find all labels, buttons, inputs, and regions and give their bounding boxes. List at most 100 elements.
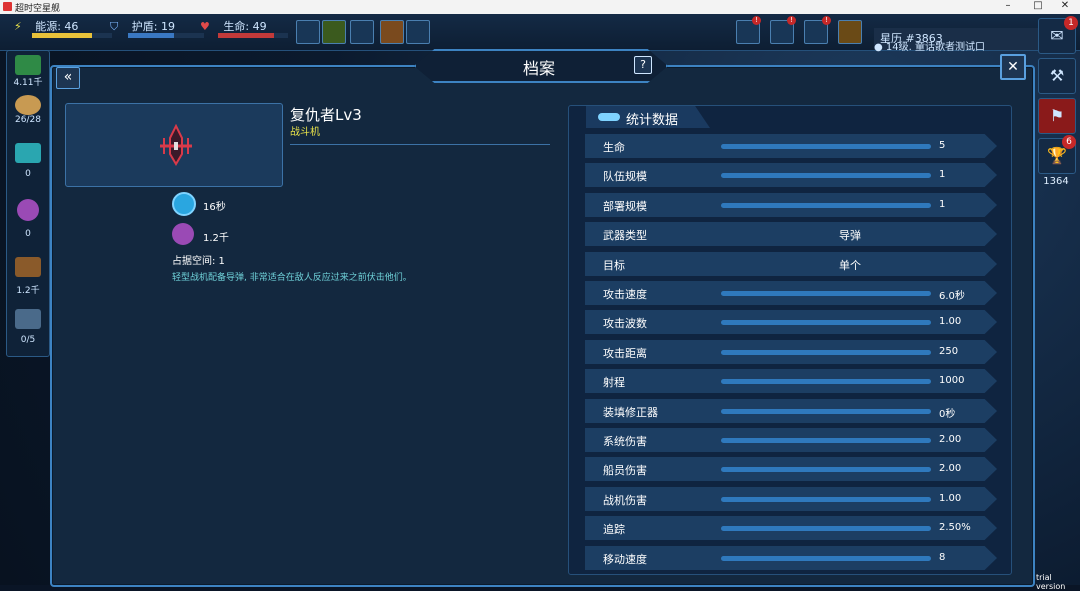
life-label: 生命: 49 [223, 20, 267, 33]
flag-button[interactable]: ⚑ [1038, 98, 1076, 134]
cost-value: 1.2千 [203, 233, 229, 244]
ticker-text: 14级. 童话歌者测试口 [885, 42, 986, 53]
stat-value: 单个 [839, 259, 861, 272]
stat-value: 2.50% [939, 522, 971, 533]
crew-item[interactable]: 26/28 [7, 95, 49, 125]
close-dialog-button[interactable]: ✕ [1000, 54, 1026, 80]
crew-value: 26/28 [15, 115, 41, 125]
shield-icon: ⛉ [110, 20, 119, 33]
trial-watermark: trial version [1036, 573, 1066, 591]
stat-value: 1 [939, 169, 946, 180]
stat-value: 5 [939, 140, 946, 151]
ticker-dot-icon: ● [874, 42, 883, 53]
target-module-icon[interactable] [350, 20, 374, 44]
stat-row: 目标 单个 [585, 252, 997, 276]
stat-label: 目标 [603, 259, 625, 272]
energy-stat: ⚡ 能源: 46 [14, 18, 112, 38]
life-stat: ♥ 生命: 49 [200, 18, 288, 38]
crystal-item[interactable]: 0 [7, 143, 49, 179]
window-titlebar: 超时空星舰 – □ ✕ [0, 0, 1080, 14]
stat-label: 生命 [603, 141, 625, 154]
stat-bar [721, 203, 931, 208]
xp-module-icon[interactable] [322, 20, 346, 44]
stat-value: 6.0秒 [939, 291, 965, 302]
hangar-icon [15, 309, 41, 329]
stat-bar [721, 409, 931, 414]
crate-icon [15, 257, 41, 277]
crystal-value: 0 [25, 169, 31, 179]
stat-bar [721, 438, 931, 443]
double-chevron-left-icon: « [63, 69, 73, 85]
hangar-item[interactable]: 0/5 [7, 309, 49, 345]
cargo-item[interactable]: 1.2千 [7, 257, 49, 296]
energy-icon: ⚡ [14, 20, 22, 33]
build-time-value: 16秒 [203, 202, 226, 213]
dialog-title: 档案 [522, 59, 555, 78]
stat-bar [721, 144, 931, 149]
orb-icon [172, 223, 194, 245]
heart-icon: ♥ [200, 20, 210, 33]
maximize-icon[interactable]: □ [1023, 0, 1053, 11]
stat-bar [721, 467, 931, 472]
stat-label: 船员伤害 [603, 464, 647, 477]
alert-badge: ! [752, 16, 761, 25]
stat-value: 2.00 [939, 434, 962, 445]
chest-module-icon[interactable] [838, 20, 862, 44]
stat-bar [721, 526, 931, 531]
stat-label: 装填修正器 [603, 406, 658, 419]
help-button[interactable]: ? [634, 56, 652, 74]
stat-row: 系统伤害 2.00 [585, 428, 997, 452]
energy-label: 能源: 46 [35, 20, 79, 33]
unit-description: 轻型战机配备导弹, 非常适合在敌人反应过来之前伏击他们。 [172, 273, 412, 283]
cargo-value: 1.2千 [16, 286, 40, 296]
credits-value: 4.11千 [13, 78, 43, 88]
stat-label: 队伍规模 [603, 170, 647, 183]
stat-bar [721, 350, 931, 355]
chat-badge: 1 [1064, 16, 1078, 30]
fighter-ship-icon [160, 124, 192, 166]
stat-value: 2.00 [939, 463, 962, 474]
stat-row: 移动速度 8 [585, 546, 997, 570]
stat-row: 追踪 2.50% [585, 516, 997, 540]
clock-icon [172, 192, 196, 216]
system-module-icon[interactable] [406, 20, 430, 44]
stat-value: 导弹 [839, 229, 861, 242]
weapon-module-icon[interactable] [380, 20, 404, 44]
app-icon [3, 2, 12, 11]
stat-row: 生命 5 [585, 134, 997, 158]
close-window-icon[interactable]: ✕ [1050, 0, 1080, 11]
stat-value: 250 [939, 346, 959, 357]
battery-icon [598, 113, 620, 121]
unit-preview [65, 103, 283, 187]
orb-item[interactable]: 0 [7, 199, 49, 239]
stat-row: 队伍规模 1 [585, 163, 997, 187]
credits-item[interactable]: 4.11千 [7, 55, 49, 88]
stat-row: 战机伤害 1.00 [585, 487, 997, 511]
stat-row: 攻击距离 250 [585, 340, 997, 364]
stat-row: 射程 1000 [585, 369, 997, 393]
stat-bar [721, 320, 931, 325]
orb-module-icon[interactable] [296, 20, 320, 44]
stat-label: 射程 [603, 376, 625, 389]
alert-badge: ! [787, 16, 796, 25]
flag-icon: ⚑ [1049, 106, 1065, 125]
stat-label: 追踪 [603, 523, 625, 536]
minimize-icon[interactable]: – [993, 0, 1023, 11]
stat-row: 船员伤害 2.00 [585, 457, 997, 481]
stat-row: 部署规模 1 [585, 193, 997, 217]
stat-bar [721, 173, 931, 178]
crew-icon [15, 95, 41, 115]
news-ticker: ● 14级. 童话歌者测试口 [874, 38, 985, 53]
stat-label: 战机伤害 [603, 494, 647, 507]
tools-button[interactable]: ⚒ [1038, 58, 1076, 94]
stat-value: 8 [939, 552, 946, 563]
life-bar [218, 33, 288, 38]
unit-name: 复仇者Lv3 [290, 106, 362, 124]
money-icon [15, 55, 41, 75]
stat-bar [721, 556, 931, 561]
shield-stat: ⛉ 护盾: 19 [110, 18, 204, 38]
stat-bar [721, 497, 931, 502]
back-button[interactable]: « [56, 67, 80, 89]
space-occupied: 占据空间: 1 [172, 256, 225, 267]
shield-bar [128, 33, 204, 38]
